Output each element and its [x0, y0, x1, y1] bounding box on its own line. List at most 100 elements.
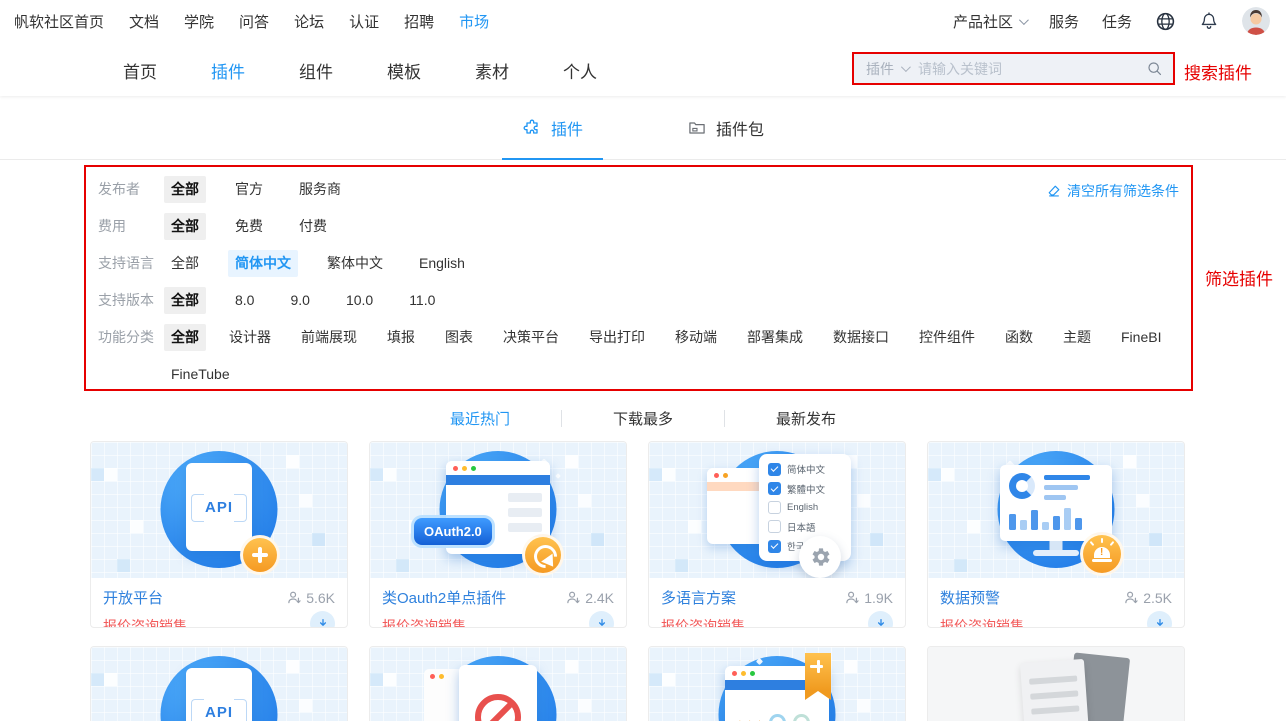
nav-tasks[interactable]: 任务	[1102, 11, 1132, 32]
nav-cert[interactable]: 认证	[349, 11, 379, 32]
filter-panel: 发布者 全部 官方 服务商 费用 全部 免费 付费 支持语言 全部 简体中文 繁…	[84, 165, 1193, 391]
download-button[interactable]	[589, 611, 614, 627]
filter-option[interactable]: FineTube	[164, 361, 237, 388]
filter-option[interactable]: 全部	[164, 213, 206, 240]
nav-qa[interactable]: 问答	[239, 11, 269, 32]
nav-jobs[interactable]: 招聘	[404, 11, 434, 32]
filter-option[interactable]: 主题	[1056, 324, 1098, 351]
filter-annotation: 筛选插件	[1205, 270, 1273, 289]
plugin-card-data-alert[interactable]: 数据预警 2.5K 报价咨询销售	[927, 441, 1185, 628]
filter-option[interactable]: 图表	[438, 324, 480, 351]
market-nav-components[interactable]: 组件	[299, 58, 333, 83]
nav-community-home[interactable]: 帆软社区首页	[14, 11, 104, 32]
plugin-card[interactable]	[369, 646, 627, 721]
download-button[interactable]	[1147, 611, 1172, 627]
plugin-title[interactable]: 数据预警	[940, 587, 1000, 608]
download-icon	[318, 618, 327, 627]
plugin-title[interactable]: 开放平台	[103, 587, 163, 608]
filter-option[interactable]: 数据接口	[826, 324, 896, 351]
nav-product-community-dropdown[interactable]: 产品社区	[952, 11, 1029, 32]
filter-option[interactable]: 填报	[380, 324, 422, 351]
plugin-card-open-platform[interactable]: API 开放平台 5.6K 报价咨询销售	[90, 441, 348, 628]
search-category-dropdown[interactable]: 插件	[854, 59, 918, 79]
filter-option[interactable]: 官方	[228, 176, 270, 203]
user-count: 2.4K	[566, 590, 614, 606]
nav-service[interactable]: 服务	[1049, 11, 1079, 32]
filter-option[interactable]: 前端展现	[294, 324, 364, 351]
filter-label: 支持语言	[98, 255, 154, 271]
filter-row-version: 支持版本 全部 8.0 9.0 10.0 11.0	[86, 287, 1191, 324]
market-nav-home[interactable]: 首页	[123, 58, 157, 83]
nav-product-community-label: 产品社区	[952, 13, 1013, 31]
nav-academy[interactable]: 学院	[184, 11, 214, 32]
plugin-illustration	[928, 442, 1184, 578]
top-nav: 帆软社区首页 文档 学院 问答 论坛 认证 招聘 市场	[14, 11, 489, 32]
filter-option[interactable]: 函数	[998, 324, 1040, 351]
search-icon[interactable]	[1136, 60, 1173, 77]
checkbox-icon	[768, 520, 781, 533]
price-label: 报价咨询销售	[940, 618, 1024, 628]
sort-bar: 最近热门 下载最多 最新发布	[0, 403, 1286, 434]
filter-option[interactable]: 8.0	[228, 287, 261, 314]
filter-option[interactable]: 9.0	[283, 287, 316, 314]
plugin-card[interactable]: API	[90, 646, 348, 721]
market-nav-personal[interactable]: 个人	[563, 58, 597, 83]
puzzle-icon	[522, 118, 542, 138]
clear-filters-button[interactable]: 清空所有筛选条件	[1047, 181, 1179, 201]
market-nav-plugins[interactable]: 插件	[211, 58, 245, 83]
filter-option[interactable]: 导出打印	[582, 324, 652, 351]
search-input[interactable]	[918, 60, 1136, 77]
tab-plugins-label: 插件	[550, 121, 583, 139]
filter-option[interactable]: 全部	[164, 324, 206, 351]
filter-option[interactable]: FineBI	[1114, 324, 1168, 351]
filter-option[interactable]: 控件组件	[912, 324, 982, 351]
filter-option[interactable]: 决策平台	[496, 324, 566, 351]
tab-plugin-packs[interactable]: 插件包	[667, 96, 784, 159]
market-nav-assets[interactable]: 素材	[475, 58, 509, 83]
plugin-title[interactable]: 多语言方案	[661, 587, 736, 608]
filter-option[interactable]: 设计器	[222, 324, 278, 351]
nav-forum[interactable]: 论坛	[294, 11, 324, 32]
bell-icon[interactable]	[1199, 11, 1219, 31]
plugin-card-oauth2[interactable]: OAuth2.0 类Oauth2单点插件 2.4K 报价咨询销售	[369, 441, 627, 628]
download-button[interactable]	[868, 611, 893, 627]
filter-option[interactable]: English	[412, 250, 472, 277]
sort-newest[interactable]: 最新发布	[776, 403, 836, 434]
tab-plugins[interactable]: 插件	[501, 96, 604, 160]
filter-option[interactable]: 部署集成	[740, 324, 810, 351]
chevron-down-icon	[1018, 14, 1029, 25]
download-button[interactable]	[310, 611, 335, 627]
plus-badge-icon	[240, 535, 280, 575]
avatar[interactable]	[1242, 7, 1270, 35]
filter-option[interactable]: 全部	[164, 176, 206, 203]
plugin-card[interactable]	[927, 646, 1185, 721]
filter-option[interactable]: 全部	[164, 250, 206, 277]
filter-option[interactable]: 移动端	[668, 324, 724, 351]
filter-option[interactable]: 10.0	[339, 287, 380, 314]
filter-option[interactable]: 11.0	[402, 287, 442, 314]
filter-option[interactable]: 付费	[292, 213, 334, 240]
filter-option[interactable]: 繁体中文	[320, 250, 390, 277]
user-count-value: 2.5K	[1143, 589, 1172, 606]
sort-most-downloaded[interactable]: 下载最多	[613, 403, 673, 434]
user-count-icon	[846, 591, 859, 604]
market-nav-templates[interactable]: 模板	[387, 58, 421, 83]
filter-option[interactable]: 全部	[164, 287, 206, 314]
nav-docs[interactable]: 文档	[129, 11, 159, 32]
globe-icon[interactable]	[1155, 11, 1176, 32]
plugin-title[interactable]: 类Oauth2单点插件	[382, 587, 506, 608]
checkbox-checked-icon	[768, 482, 781, 495]
filter-option[interactable]: 简体中文	[228, 250, 298, 277]
search-category-label: 插件	[866, 60, 894, 77]
nav-market[interactable]: 市场	[459, 11, 489, 32]
content-tabbar: 插件 插件包	[0, 96, 1286, 160]
plugin-card-multilang[interactable]: 简体中文 繁體中文 English 日本語 한국어 多语言方案 1.9K	[648, 441, 906, 628]
filter-option[interactable]: 免费	[228, 213, 270, 240]
filter-option[interactable]: 服务商	[292, 176, 348, 203]
plugin-card[interactable]: ★★★	[648, 646, 906, 721]
sort-hot[interactable]: 最近热门	[450, 403, 510, 434]
gear-icon	[799, 536, 841, 578]
filter-label: 功能分类	[98, 329, 154, 345]
clear-filters-label: 清空所有筛选条件	[1067, 183, 1179, 199]
api-label: API	[204, 498, 233, 516]
